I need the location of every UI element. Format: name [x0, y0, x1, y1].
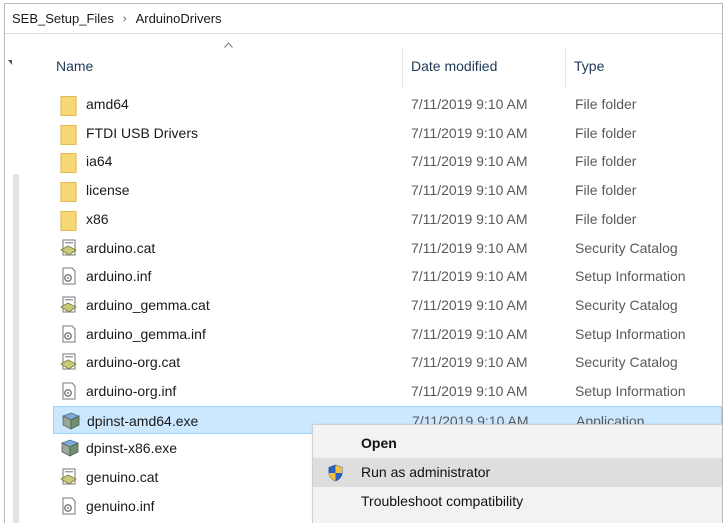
menu-item-open[interactable]: Open: [313, 429, 722, 458]
breadcrumb-seb-setup-files[interactable]: SEB_Setup_Files: [5, 11, 114, 26]
file-type: File folder: [575, 124, 637, 141]
setup-info-icon: [60, 325, 78, 343]
file-name: dpinst-x86.exe: [86, 440, 178, 457]
file-name: arduino_gemma.inf: [86, 325, 206, 342]
file-row[interactable]: ia64 7/11/2019 9:10 AM File folder: [53, 147, 722, 175]
nav-scrollbar[interactable]: [13, 174, 19, 523]
file-name: arduino_gemma.cat: [86, 296, 210, 313]
file-type: File folder: [575, 153, 637, 170]
file-type: File folder: [575, 182, 637, 199]
breadcrumb: SEB_Setup_Files › ArduinoDrivers: [5, 4, 722, 34]
folder-icon: [60, 124, 78, 145]
file-date-modified: 7/11/2019 9:10 AM: [411, 96, 528, 112]
installer-icon: [60, 439, 79, 458]
file-row[interactable]: arduino-org.inf 7/11/2019 9:10 AM Setup In…: [53, 377, 722, 405]
expand-arrow-icon[interactable]: [8, 60, 12, 65]
file-row[interactable]: arduino.inf 7/11/2019 9:10 AM Setup Inform…: [53, 262, 722, 290]
file-row[interactable]: arduino_gemma.inf 7/11/2019 9:10 AM Setup …: [53, 320, 722, 348]
file-date-modified: 7/11/2019 9:10 AM: [411, 153, 528, 170]
catalog-icon: [60, 353, 78, 371]
file-date-modified: 7/11/2019 9:10 AM: [411, 383, 528, 399]
catalog-icon: [60, 468, 78, 486]
file-row[interactable]: FTDI USB Drivers 7/11/2019 9:10 AM File fo…: [53, 119, 722, 147]
folder-icon: [60, 210, 78, 231]
file-row[interactable]: x86 7/11/2019 9:10 AM File folder: [53, 205, 722, 233]
setup-info-icon: [60, 497, 78, 515]
menu-item-run-as-administrator[interactable]: Run as administrator: [313, 458, 722, 487]
breadcrumb-separator: ›: [122, 12, 127, 25]
menu-item-troubleshoot-compatibility[interactable]: Troubleshoot compatibility: [313, 487, 722, 516]
file-date-modified: 7/11/2019 9:10 AM: [411, 354, 528, 371]
file-type: Setup Information: [575, 325, 686, 342]
column-divider[interactable]: [565, 48, 566, 88]
file-name: dpinst-amd64.exe: [87, 412, 199, 429]
file-name: genuino.cat: [86, 469, 159, 486]
catalog-icon: [60, 296, 78, 314]
setup-info-icon: [60, 382, 78, 400]
folder-icon: [60, 95, 78, 116]
file-type: Security Catalog: [575, 296, 678, 313]
file-type: File folder: [575, 96, 637, 112]
file-name: genuino.inf: [86, 497, 155, 514]
file-name: ia64: [86, 153, 113, 170]
file-row[interactable]: arduino.cat 7/11/2019 9:10 AM Security Cat…: [53, 234, 722, 262]
installer-icon: [61, 412, 80, 430]
setup-info-icon: [60, 267, 78, 285]
column-header: Name Date modified Type: [19, 48, 722, 88]
file-date-modified: 7/11/2019 9:10 AM: [411, 210, 528, 227]
file-name: amd64: [86, 96, 129, 112]
file-name: arduino-org.inf: [86, 383, 177, 399]
column-name-header[interactable]: Name: [56, 58, 93, 82]
file-name: arduino-org.cat: [86, 354, 181, 371]
column-divider[interactable]: [402, 48, 403, 88]
file-name: x86: [86, 210, 109, 227]
file-date-modified: 7/11/2019 9:10 AM: [411, 124, 528, 141]
uac-shield-icon: [328, 464, 343, 482]
file-date-modified: 7/11/2019 9:10 AM: [411, 182, 528, 199]
file-date-modified: 7/11/2019 9:10 AM: [411, 268, 528, 285]
file-type: Security Catalog: [575, 354, 678, 371]
folder-icon: [60, 181, 78, 203]
file-row[interactable]: arduino-org.cat 7/11/2019 9:10 AM Security…: [53, 348, 722, 376]
file-type: Setup Information: [575, 268, 686, 285]
context-menu: Open Run as administrator Troubleshoot c…: [312, 424, 722, 523]
column-date-header[interactable]: Date modified: [411, 58, 497, 82]
column-type-header[interactable]: Type: [574, 58, 604, 82]
file-type: Setup Information: [575, 383, 686, 399]
folder-icon: [60, 152, 78, 174]
file-row[interactable]: license 7/11/2019 9:10 AM File folder: [53, 176, 722, 204]
explorer-window: SEB_Setup_Files › ArduinoDrivers Name Da…: [4, 3, 723, 523]
file-type: Security Catalog: [575, 239, 678, 256]
file-date-modified: 7/11/2019 9:10 AM: [411, 325, 528, 342]
file-row[interactable]: arduino_gemma.cat 7/11/2019 9:10 AM Securi…: [53, 291, 722, 319]
file-name: arduino.cat: [86, 239, 156, 256]
file-name: FTDI USB Drivers: [86, 124, 198, 141]
file-date-modified: 7/11/2019 9:10 AM: [411, 296, 528, 313]
breadcrumb-arduino-drivers[interactable]: ArduinoDrivers: [136, 11, 222, 26]
file-name: license: [86, 182, 130, 199]
navigation-pane: [5, 34, 19, 523]
catalog-icon: [60, 239, 78, 257]
file-row[interactable]: amd64 7/11/2019 9:10 AM File folder: [53, 90, 722, 118]
file-type: File folder: [575, 210, 637, 227]
file-name: arduino.inf: [86, 268, 152, 285]
file-date-modified: 7/11/2019 9:10 AM: [411, 239, 528, 256]
